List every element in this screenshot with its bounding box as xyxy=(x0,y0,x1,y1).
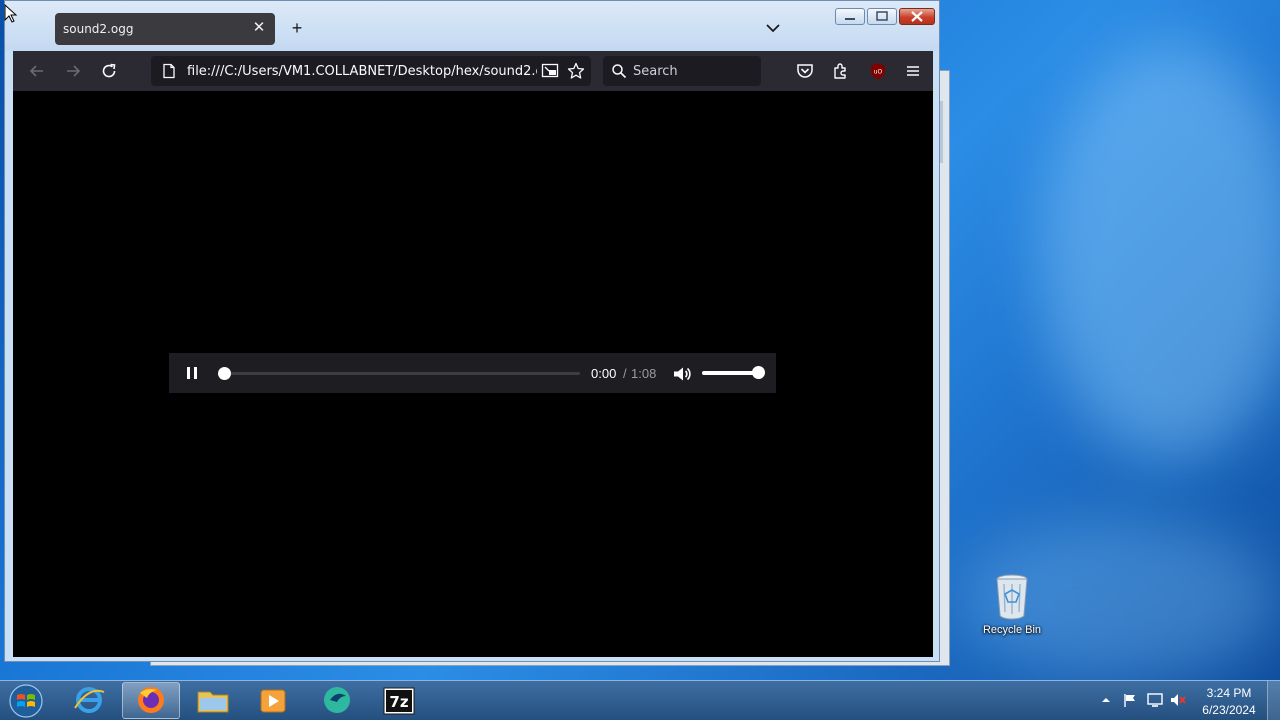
ublock-icon[interactable]: uO xyxy=(868,61,888,81)
taskbar-file-explorer[interactable] xyxy=(184,682,242,719)
url-text[interactable]: file:///C:/Users/VM1.COLLABNET/Desktop/h… xyxy=(187,64,537,79)
recycle-bin-shortcut[interactable]: Recycle Bin xyxy=(976,572,1048,642)
svg-text:7z: 7z xyxy=(389,693,408,711)
wallpaper-glow xyxy=(1040,40,1280,460)
file-explorer-icon xyxy=(197,691,229,713)
taskbar: 7z 3:24 PM 6/23/2024 xyxy=(0,680,1280,720)
mouse-cursor-icon xyxy=(4,4,18,23)
page-info-icon[interactable] xyxy=(161,63,177,79)
navigation-toolbar: file:///C:/Users/VM1.COLLABNET/Desktop/h… xyxy=(13,51,933,91)
close-icon[interactable]: ✕ xyxy=(249,18,269,38)
search-bar[interactable]: Search xyxy=(603,56,761,86)
restore-icon xyxy=(876,11,888,21)
network-icon[interactable] xyxy=(1146,692,1164,708)
time-separator: / xyxy=(623,366,627,381)
audio-player-controls: 0:00 / 1:08 xyxy=(169,353,776,393)
taskbar-media-player[interactable] xyxy=(244,682,302,719)
clock-time[interactable]: 3:24 PM xyxy=(1196,686,1262,700)
action-center-flag-icon[interactable] xyxy=(1122,692,1138,708)
svg-text:uO: uO xyxy=(874,69,883,76)
chevron-down-icon[interactable] xyxy=(763,18,783,38)
media-player-icon xyxy=(260,689,286,713)
taskbar-7zip[interactable]: 7z xyxy=(370,682,428,719)
duration: 1:08 xyxy=(631,366,657,381)
media-viewer: 0:00 / 1:08 xyxy=(13,91,933,657)
back-icon[interactable] xyxy=(27,61,47,81)
search-icon xyxy=(612,64,627,79)
volume-slider-thumb[interactable] xyxy=(752,366,765,379)
maximize-button[interactable] xyxy=(867,8,897,25)
tab-title: sound2.ogg xyxy=(63,22,134,36)
recycle-bin-icon xyxy=(996,574,1028,620)
tab-sound2-ogg[interactable]: sound2.ogg ✕ xyxy=(55,13,275,45)
window-close-button[interactable] xyxy=(899,8,935,25)
volume-level xyxy=(702,371,758,375)
close-icon xyxy=(911,11,923,22)
seek-slider-thumb[interactable] xyxy=(218,367,231,380)
show-desktop-button[interactable] xyxy=(1267,681,1280,720)
browser-window[interactable]: sound2.ogg ✕ + file:///C:/Users/VM1.COLL… xyxy=(4,0,940,662)
pocket-icon[interactable] xyxy=(795,61,815,81)
seek-slider[interactable] xyxy=(218,367,580,380)
minimize-icon xyxy=(845,18,855,20)
taskbar-chat-app[interactable] xyxy=(308,682,366,719)
7zip-icon: 7z xyxy=(383,687,415,715)
tray-expand-icon[interactable] xyxy=(1100,694,1112,706)
bookmark-star-icon[interactable] xyxy=(567,62,585,80)
current-time: 0:00 xyxy=(591,366,617,381)
clock-date[interactable]: 6/23/2024 xyxy=(1196,703,1262,717)
extensions-icon[interactable] xyxy=(831,61,851,81)
forward-icon[interactable] xyxy=(63,61,83,81)
volume-slider[interactable] xyxy=(702,366,765,379)
windows-start-icon[interactable] xyxy=(6,683,46,719)
desktop: sound2.ogg ✕ + file:///C:/Users/VM1.COLL… xyxy=(0,0,1280,720)
search-input[interactable]: Search xyxy=(633,64,678,79)
speaker-icon[interactable] xyxy=(672,364,692,384)
menu-icon[interactable] xyxy=(903,61,923,81)
taskbar-internet-explorer[interactable] xyxy=(60,682,118,719)
plus-icon[interactable]: + xyxy=(287,17,307,39)
taskbar-firefox[interactable] xyxy=(122,682,180,719)
firefox-icon xyxy=(138,687,164,713)
chat-app-icon xyxy=(324,687,350,713)
pause-icon[interactable] xyxy=(183,364,201,382)
volume-muted-icon[interactable] xyxy=(1170,692,1188,708)
internet-explorer-icon xyxy=(74,687,105,713)
minimize-button[interactable] xyxy=(835,8,865,25)
browser-titlebar[interactable]: sound2.ogg ✕ + xyxy=(5,1,939,51)
reload-icon[interactable] xyxy=(99,61,119,81)
recycle-bin-label: Recycle Bin xyxy=(982,624,1042,636)
picture-in-picture-icon[interactable] xyxy=(541,62,559,80)
url-bar[interactable]: file:///C:/Users/VM1.COLLABNET/Desktop/h… xyxy=(151,56,591,86)
